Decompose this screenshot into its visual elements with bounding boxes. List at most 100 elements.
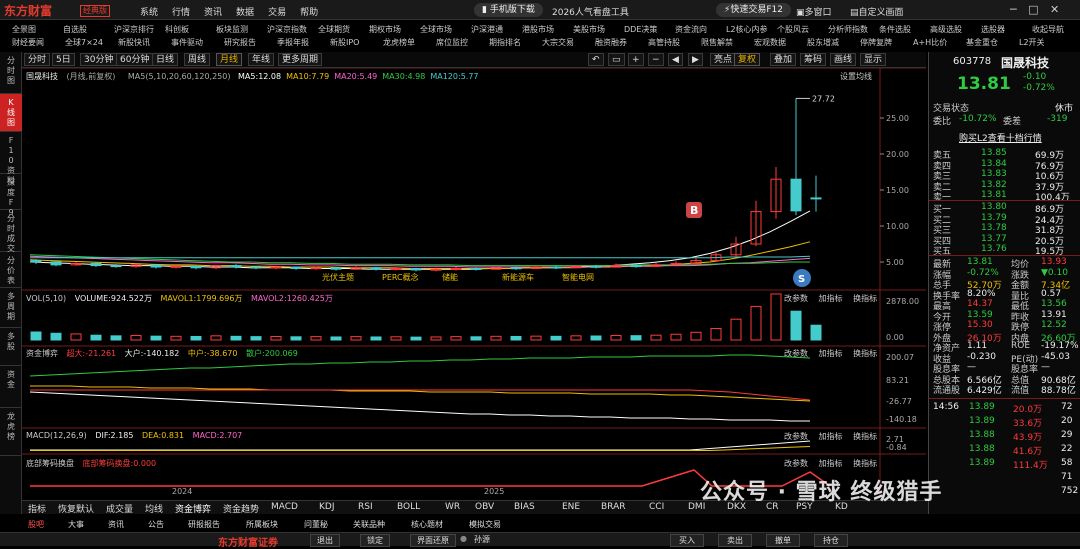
maximize-icon[interactable]: □ xyxy=(1028,3,1038,16)
menu-news[interactable]: 资讯 xyxy=(204,5,222,18)
left-tab[interactable]: 资金 xyxy=(0,366,22,408)
toolbar-tool-icon[interactable]: ▭ xyxy=(608,53,625,66)
info-tab[interactable]: 研报报告 xyxy=(188,519,220,530)
period-tab[interactable]: 30分钟 xyxy=(80,53,118,66)
nav-item[interactable]: 龙虎榜单 xyxy=(383,37,415,48)
info-tab[interactable]: 模拟交易 xyxy=(469,519,501,530)
nav-item[interactable]: 收起导航 xyxy=(1032,24,1064,35)
fund-switch-indicator-button[interactable]: 换指标 xyxy=(853,349,877,358)
menu-trade[interactable]: 交易 xyxy=(268,5,286,18)
minimize-icon[interactable]: ─ xyxy=(1010,3,1017,16)
nav-item[interactable]: 财经要闻 xyxy=(12,37,44,48)
left-tab[interactable]: 分价表 xyxy=(0,252,22,288)
toolbar-tool-icon[interactable]: + xyxy=(628,53,644,66)
indicator-tab[interactable]: MACD xyxy=(271,502,298,512)
left-tab[interactable]: 分时成交 xyxy=(0,210,22,253)
indicator-tab[interactable]: ENE xyxy=(562,502,580,512)
ma-settings-button[interactable]: 设置均线 xyxy=(840,71,872,82)
toolbar-option[interactable]: 复权 xyxy=(734,53,761,66)
nav-item[interactable]: 融资融券 xyxy=(595,37,627,48)
indicator-tab[interactable]: CCI xyxy=(649,502,664,512)
nav-item[interactable]: 研究报告 xyxy=(224,37,256,48)
nav-item[interactable]: 期权市场 xyxy=(369,24,401,35)
menu-help[interactable]: 帮助 xyxy=(300,5,318,18)
indicator-tab[interactable]: 恢复默认 xyxy=(58,502,94,515)
macd-switch-indicator-button[interactable]: 换指标 xyxy=(853,432,877,441)
indicator-tab[interactable]: BIAS xyxy=(514,502,535,512)
nav-item[interactable]: 席位监控 xyxy=(436,37,468,48)
indicator-tab[interactable]: 资金博弈 xyxy=(175,502,211,515)
menu-data[interactable]: 数据 xyxy=(236,5,254,18)
cost-edit-params-button[interactable]: 改参数 xyxy=(784,459,808,468)
nav-item[interactable]: 港股市场 xyxy=(522,24,554,35)
indicator-tab[interactable]: 资金趋势 xyxy=(223,502,259,515)
nav-item[interactable]: 新股IPO xyxy=(330,37,359,48)
nav-item[interactable]: 停牌复牌 xyxy=(860,37,892,48)
status-button[interactable]: 退出 xyxy=(310,534,340,547)
period-tab[interactable]: 更多周期 xyxy=(278,53,323,66)
multi-window-button[interactable]: ▣多窗口 xyxy=(796,5,832,18)
nav-item[interactable]: 美股市场 xyxy=(573,24,605,35)
left-tab[interactable]: 龙虎榜 xyxy=(0,408,22,456)
nav-item[interactable]: 全球7×24 xyxy=(65,37,103,48)
info-tab[interactable]: 公告 xyxy=(148,519,164,530)
nav-item[interactable]: 科创板 xyxy=(165,24,189,35)
period-tab[interactable]: 60分钟 xyxy=(116,53,154,66)
nav-item[interactable]: 高管持股 xyxy=(648,37,680,48)
indicator-tab[interactable]: WR xyxy=(445,502,460,512)
status-button[interactable]: 锁定 xyxy=(360,534,390,547)
trade-button[interactable]: 买入 xyxy=(670,534,704,547)
toolbar-tool-icon[interactable]: − xyxy=(648,53,664,66)
vol-edit-params-button[interactable]: 改参数 xyxy=(784,294,808,303)
indicator-tab[interactable]: BRAR xyxy=(601,502,625,512)
period-tab[interactable]: 5日 xyxy=(52,53,75,66)
left-tab[interactable]: K线图 xyxy=(0,94,22,132)
nav-item[interactable]: 股东增减 xyxy=(807,37,839,48)
left-tab[interactable]: F10资料 xyxy=(0,132,22,185)
nav-item[interactable]: 沪深京指数 xyxy=(267,24,307,35)
indicator-tab[interactable]: 均线 xyxy=(145,502,163,515)
indicator-tab[interactable]: 成交量 xyxy=(106,502,133,515)
nav-item[interactable]: 基金重仓 xyxy=(966,37,998,48)
period-tab[interactable]: 分时 xyxy=(24,53,51,66)
mobile-download-button[interactable]: ▮ 手机版下载 xyxy=(474,3,543,17)
toolbar-tool-icon[interactable]: ↶ xyxy=(588,53,604,66)
info-tab[interactable]: 大事 xyxy=(68,519,84,530)
macd-add-indicator-button[interactable]: 加指标 xyxy=(819,432,843,441)
nav-item[interactable]: 自选股 xyxy=(63,24,87,35)
nav-item[interactable]: 沪深京排行 xyxy=(114,24,154,35)
toolbar-option[interactable]: 画线 xyxy=(830,53,857,66)
fund-edit-params-button[interactable]: 改参数 xyxy=(784,349,808,358)
cost-switch-indicator-button[interactable]: 换指标 xyxy=(853,459,877,468)
nav-item[interactable]: 宏观数据 xyxy=(754,37,786,48)
indicator-tab[interactable]: 指标 xyxy=(28,502,46,515)
nav-item[interactable]: 全球期货 xyxy=(318,24,350,35)
period-tab[interactable]: 周线 xyxy=(184,53,211,66)
info-tab[interactable]: 关联品种 xyxy=(353,519,385,530)
quick-trade-button[interactable]: ⚡快速交易F12 xyxy=(716,3,791,17)
nav-item[interactable]: 季报年报 xyxy=(277,37,309,48)
left-tab[interactable]: 分时图 xyxy=(0,52,22,94)
nav-item[interactable]: 事件驱动 xyxy=(171,37,203,48)
info-tab[interactable]: 核心题材 xyxy=(411,519,443,530)
trade-button[interactable]: 撤单 xyxy=(766,534,800,547)
nav-item[interactable]: 沪深港通 xyxy=(471,24,503,35)
nav-item[interactable]: L2开关 xyxy=(1019,37,1045,48)
nav-item[interactable]: 个股风云 xyxy=(777,24,809,35)
toolbar-tool-icon[interactable]: ▶ xyxy=(688,53,703,66)
menu-system[interactable]: 系统 xyxy=(140,5,158,18)
custom-screen-button[interactable]: ▤自定义画面 xyxy=(850,5,904,18)
nav-item[interactable]: 期指排名 xyxy=(489,37,521,48)
left-tab[interactable]: 多股 xyxy=(0,328,22,366)
vol-switch-indicator-button[interactable]: 换指标 xyxy=(853,294,877,303)
macd-edit-params-button[interactable]: 改参数 xyxy=(784,432,808,441)
promo-text[interactable]: 2026人气看盘工具 xyxy=(552,5,629,18)
nav-item[interactable]: 高级选股 xyxy=(930,24,962,35)
l2-upgrade-link[interactable]: 购买L2查看十档行情 xyxy=(959,131,1042,144)
toolbar-option[interactable]: 显示 xyxy=(860,53,887,66)
nav-item[interactable]: 资金流向 xyxy=(675,24,707,35)
period-tab[interactable]: 日线 xyxy=(152,53,179,66)
nav-item[interactable]: 板块监测 xyxy=(216,24,248,35)
nav-item[interactable]: 限售解禁 xyxy=(701,37,733,48)
toolbar-option[interactable]: 亮点 xyxy=(710,53,737,66)
